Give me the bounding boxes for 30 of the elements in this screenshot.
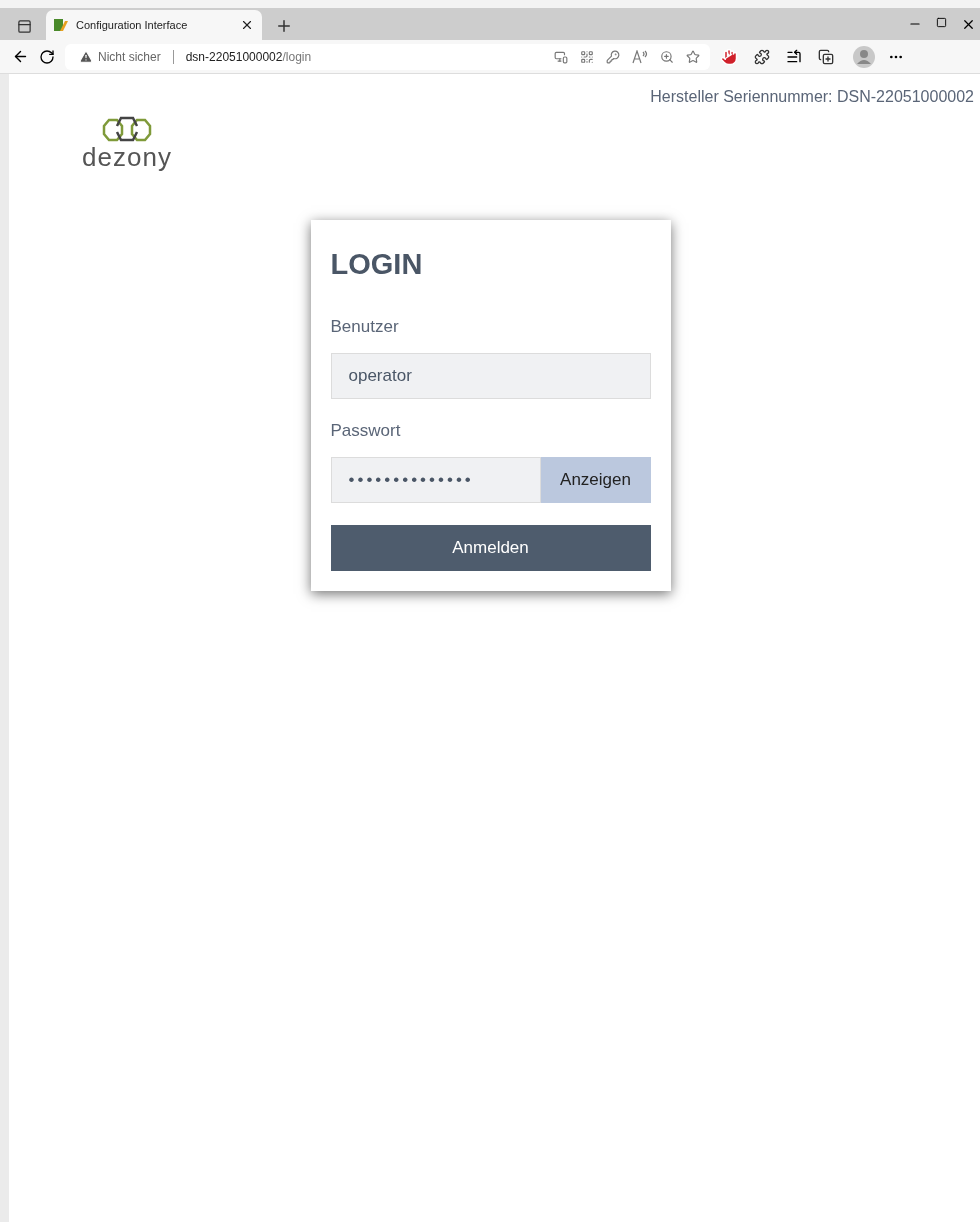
security-warning[interactable]: Nicht sicher — [79, 49, 161, 64]
password-field[interactable]: •••••••••••••• — [330, 457, 541, 503]
url-text: dsn-22051000002/login — [185, 49, 312, 64]
login-title: LOGIN — [330, 248, 424, 281]
username-field[interactable]: operator — [330, 353, 651, 399]
reload-icon[interactable] — [39, 48, 55, 65]
field-label: Passwort — [330, 421, 402, 441]
site-favicon-icon — [54, 19, 68, 31]
device-icon[interactable] — [554, 49, 568, 64]
collections-icon[interactable] — [818, 48, 834, 65]
zoom-icon[interactable] — [660, 49, 674, 64]
close-tab-icon[interactable] — [240, 18, 254, 32]
read-aloud-icon[interactable] — [632, 49, 648, 64]
browser-tab[interactable]: Configuration Interface — [46, 10, 262, 40]
field-label: Benutzer — [330, 317, 400, 337]
tab-title: Configuration Interface — [76, 19, 189, 31]
serial-number: Hersteller Seriennummer: DSN-22051000002 — [650, 87, 975, 106]
logo-text: dezony — [82, 144, 172, 170]
warning-icon — [79, 49, 93, 64]
extensions-icon[interactable] — [754, 48, 770, 65]
login-button[interactable]: Anmelden — [330, 525, 651, 571]
add-favorite-icon[interactable] — [686, 49, 700, 64]
profile-avatar-icon[interactable] — [853, 45, 875, 68]
hand-extension-icon[interactable] — [720, 47, 738, 66]
key-icon[interactable] — [606, 49, 620, 64]
address-bar[interactable]: Nicht sicher dsn-22051000002/login — [65, 43, 710, 70]
qr-code-icon[interactable] — [580, 49, 594, 64]
show-password-button[interactable]: Anzeigen — [540, 457, 651, 503]
back-icon[interactable] — [12, 48, 29, 65]
maximize-icon[interactable] — [936, 16, 947, 28]
